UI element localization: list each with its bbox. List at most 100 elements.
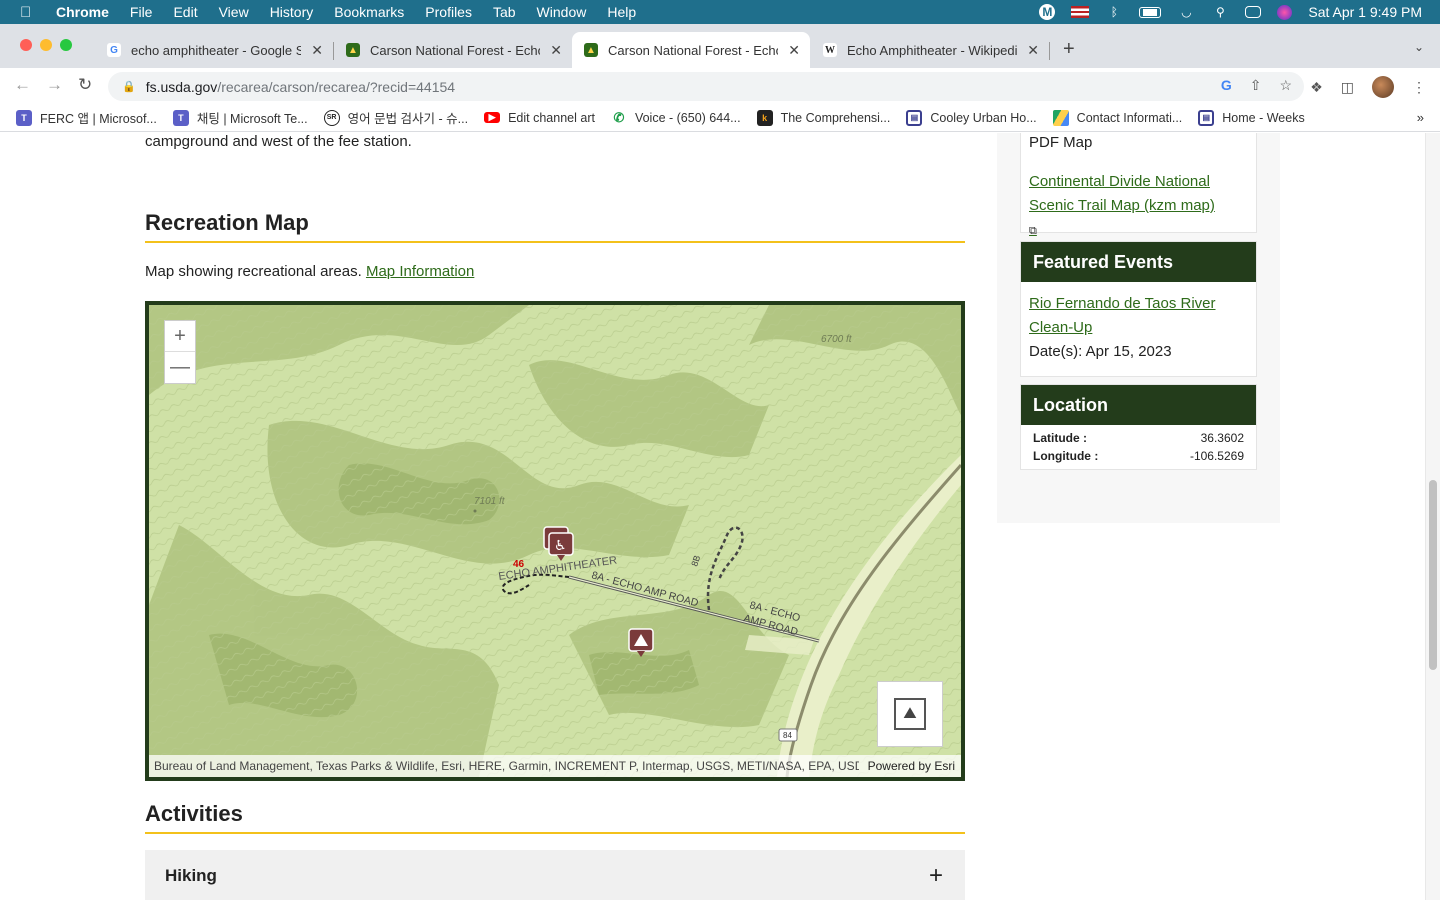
bookmark-grammar[interactable]: SR 영어 문법 검사기 - 슈...	[323, 108, 469, 127]
apple-icon[interactable]: 	[20, 4, 38, 21]
bookmark-cooley[interactable]: ▤ Cooley Urban Ho...	[906, 109, 1037, 126]
page-scrollbar[interactable]	[1425, 133, 1440, 900]
sharepoint-page-icon: ▤	[906, 109, 923, 126]
tab-separator	[1049, 42, 1050, 60]
menu-profiles[interactable]: Profiles	[425, 4, 472, 20]
spotlight-search-icon[interactable]: ⚲	[1211, 5, 1229, 19]
tab-wikipedia[interactable]: W Echo Amphitheater - Wikipedia ✕	[811, 32, 1050, 68]
tab-carson-active[interactable]: ▲ Carson National Forest - Echo A ✕	[572, 32, 810, 68]
menu-app-name[interactable]: Chrome	[56, 4, 109, 20]
featured-events-card: Featured Events Rio Fernando de Taos Riv…	[1020, 241, 1257, 377]
google-lens-icon[interactable]: G	[1221, 77, 1232, 94]
longitude-row: Longitude : -106.5269	[1029, 447, 1248, 465]
event-link[interactable]: Rio Fernando de Taos River Clean-Up	[1029, 292, 1219, 340]
activity-label: Hiking	[165, 866, 217, 885]
bookmarks-overflow-icon[interactable]: »	[1417, 110, 1424, 125]
minimize-window-button[interactable]	[40, 39, 52, 51]
menu-help[interactable]: Help	[607, 4, 636, 20]
bookmark-label: 채팅 | Microsoft Te...	[196, 112, 308, 126]
menu-edit[interactable]: Edit	[173, 4, 197, 20]
sharepoint-page-icon: ▤	[1198, 109, 1215, 126]
google-voice-icon: ✆	[610, 109, 627, 126]
menu-file[interactable]: File	[130, 4, 153, 20]
bookmark-star-icon[interactable]: ☆	[1279, 77, 1292, 94]
external-window-icon: ⧉	[1029, 225, 1037, 237]
zoom-out-button[interactable]: —	[165, 352, 195, 383]
bookmark-voice[interactable]: ✆ Voice - (650) 644...	[610, 109, 741, 126]
menu-window[interactable]: Window	[537, 4, 587, 20]
bookmark-teams-chat[interactable]: T 채팅 | Microsoft Te...	[172, 108, 308, 127]
zoom-in-button[interactable]: +	[165, 321, 195, 352]
teams-icon: T	[172, 109, 189, 126]
control-center-icon[interactable]	[1245, 6, 1262, 18]
forward-arrow-icon[interactable]: →	[46, 75, 63, 95]
profile-avatar[interactable]	[1372, 76, 1394, 98]
tab-title: Carson National Forest - Echo A	[608, 42, 778, 58]
bookmark-comprehensive[interactable]: k The Comprehensi...	[756, 109, 890, 126]
google-drive-icon	[1052, 109, 1069, 126]
battery-icon[interactable]	[1139, 6, 1162, 18]
heading-underline	[145, 832, 965, 834]
longitude-value: -106.5269	[1189, 449, 1244, 463]
tab-google-search[interactable]: G echo amphitheater - Google Se ✕	[95, 32, 334, 68]
menu-history[interactable]: History	[270, 4, 314, 20]
wifi-icon[interactable]: ◡	[1177, 5, 1195, 19]
macos-menubar:  Chrome File Edit View History Bookmark…	[0, 0, 1440, 24]
expand-plus-icon[interactable]: +	[929, 862, 943, 890]
tab-title: echo amphitheater - Google Se	[131, 42, 301, 58]
youtube-icon: ▶	[484, 112, 501, 123]
topo-map-canvas[interactable]: 6700 ft 7101 ft 46 ECHO AMPHITHEATER 8A …	[149, 305, 961, 777]
reload-icon[interactable]: ↻	[78, 75, 92, 95]
latitude-label: Latitude :	[1033, 431, 1087, 445]
bluetooth-icon[interactable]: ᛒ	[1105, 5, 1123, 19]
basemap-icon: ⛰	[894, 698, 926, 730]
tab-carson-1[interactable]: ▲ Carson National Forest - Echo A ✕	[334, 32, 572, 68]
menu-view[interactable]: View	[219, 4, 249, 20]
zoom-window-button[interactable]	[60, 39, 72, 51]
new-tab-button[interactable]: +	[1063, 38, 1075, 61]
featured-events-heading: Featured Events	[1021, 242, 1256, 282]
share-icon[interactable]: ⇧	[1250, 77, 1262, 94]
summit-point	[473, 509, 477, 513]
close-tab-icon[interactable]: ✕	[788, 42, 800, 59]
recreation-map[interactable]: 6700 ft 7101 ft 46 ECHO AMPHITHEATER 8A …	[145, 301, 965, 781]
scrollbar-thumb[interactable]	[1429, 480, 1437, 670]
activity-accordion-hiking[interactable]: Hiking +	[145, 850, 965, 900]
location-heading: Location	[1021, 385, 1256, 425]
menu-tab[interactable]: Tab	[493, 4, 516, 20]
powered-by-esri[interactable]: Powered by Esri	[868, 759, 955, 773]
menu-bookmarks[interactable]: Bookmarks	[334, 4, 404, 20]
map-information-link[interactable]: Map Information	[366, 263, 474, 280]
heading-underline	[145, 241, 965, 243]
close-tab-icon[interactable]: ✕	[1027, 42, 1039, 59]
highway-84-shield-icon[interactable]: 84	[778, 728, 798, 742]
back-arrow-icon[interactable]: ←	[14, 75, 31, 95]
tab-search-chevron-icon[interactable]: ⌄	[1414, 40, 1424, 54]
malwarebytes-icon[interactable]: M	[1039, 4, 1056, 20]
close-window-button[interactable]	[20, 39, 32, 51]
recreation-map-heading: Recreation Map	[145, 210, 965, 243]
heading-text: Recreation Map	[145, 210, 309, 235]
siri-icon[interactable]	[1277, 4, 1293, 20]
side-panel-icon[interactable]: ◫	[1341, 79, 1354, 96]
address-bar[interactable]: 🔒 fs.usda.gov/recarea/carson/recarea/?re…	[108, 72, 1304, 101]
bookmark-weeks[interactable]: ▤ Home - Weeks	[1198, 109, 1305, 126]
extensions-puzzle-icon[interactable]: ❖	[1310, 79, 1323, 96]
browser-toolbar: ← → ↻ 🔒 fs.usda.gov/recarea/carson/recar…	[0, 68, 1440, 104]
attribution-text[interactable]: Bureau of Land Management, Texas Parks &…	[154, 759, 859, 773]
bookmark-ferc[interactable]: T FERC 앱 | Microsof...	[16, 108, 157, 127]
cdt-map-link[interactable]: Continental Divide National Scenic Trail…	[1029, 170, 1219, 243]
tab-title: Carson National Forest - Echo A	[370, 42, 540, 58]
basemap-toggle-button[interactable]: ⛰	[877, 681, 943, 747]
input-flag-icon[interactable]	[1071, 6, 1090, 18]
bookmark-contact[interactable]: Contact Informati...	[1052, 109, 1182, 126]
close-tab-icon[interactable]: ✕	[311, 42, 323, 59]
cdt-link-text: Continental Divide National Scenic Trail…	[1029, 173, 1215, 214]
more-menu-icon[interactable]: ⋮	[1412, 79, 1426, 96]
bookmark-label: 영어 문법 검사기 - 슈...	[347, 112, 469, 126]
heading-text: Activities	[145, 801, 243, 826]
close-tab-icon[interactable]: ✕	[550, 42, 562, 59]
lock-icon[interactable]: 🔒	[122, 80, 136, 93]
menubar-clock[interactable]: Sat Apr 1 9:49 PM	[1308, 4, 1422, 20]
bookmark-youtube[interactable]: ▶ Edit channel art	[484, 111, 595, 125]
